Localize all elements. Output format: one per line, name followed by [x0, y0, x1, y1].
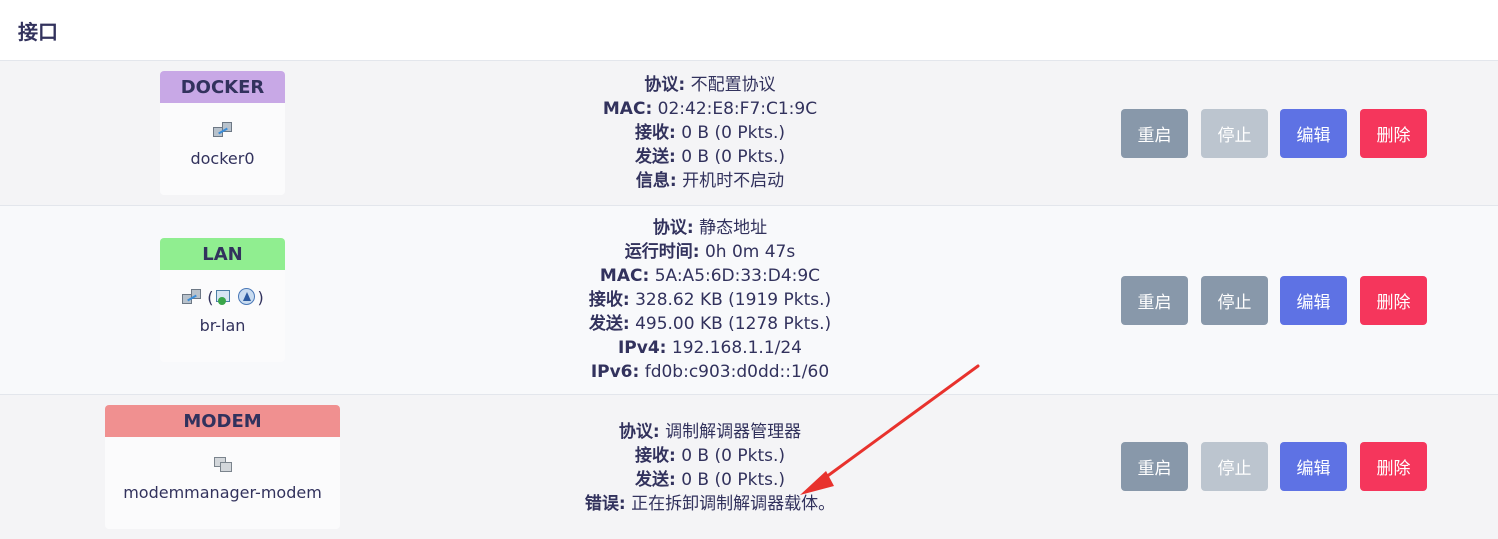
interface-row-lan: LAN ( ) br-lan 协议: 静态地址 运行时间: 0h 0m 47s …: [0, 205, 1498, 394]
network-port-icon: [212, 121, 234, 139]
stop-button[interactable]: 停止: [1201, 442, 1268, 491]
interface-device-name: modemmanager-modem: [123, 483, 322, 502]
interface-card-modem: MODEM modemmanager-modem: [105, 405, 340, 529]
edit-button[interactable]: 编辑: [1280, 442, 1347, 491]
interface-device-name: docker0: [190, 149, 255, 168]
delete-button[interactable]: 删除: [1360, 276, 1427, 325]
delete-button[interactable]: 删除: [1360, 109, 1427, 158]
interface-row-modem: MODEM modemmanager-modem 协议: 调制解调器管理器 接收…: [0, 394, 1498, 539]
stop-button[interactable]: 停止: [1201, 276, 1268, 325]
bridge-port-icon: [214, 288, 236, 306]
interfaces-page: 接口 DOCKER docker0 协议: 不配置协议 MAC: 02:42:E…: [0, 0, 1498, 539]
interface-status-docker: 协议: 不配置协议 MAC: 02:42:E8:F7:C1:9C 接收: 0 B…: [602, 75, 818, 191]
interface-badge-lan: LAN: [160, 238, 285, 270]
interface-card-lan: LAN ( ) br-lan: [160, 238, 285, 362]
interface-status-modem: 协议: 调制解调器管理器 接收: 0 B (0 Pkts.) 发送: 0 B (…: [584, 422, 836, 514]
delete-button[interactable]: 删除: [1360, 442, 1427, 491]
page-title: 接口: [18, 19, 58, 44]
interface-device-name: br-lan: [199, 316, 246, 335]
edit-button[interactable]: 编辑: [1280, 109, 1347, 158]
wireless-icon: [236, 288, 258, 306]
interface-row-docker: DOCKER docker0 协议: 不配置协议 MAC: 02:42:E8:F…: [0, 60, 1498, 205]
interface-status-lan: 协议: 静态地址 运行时间: 0h 0m 47s MAC: 5A:A5:6D:3…: [588, 218, 832, 382]
modem-icon: [212, 455, 234, 473]
network-port-icon: [181, 288, 203, 306]
stop-button[interactable]: 停止: [1201, 109, 1268, 158]
restart-button[interactable]: 重启: [1121, 442, 1188, 491]
edit-button[interactable]: 编辑: [1280, 276, 1347, 325]
restart-button[interactable]: 重启: [1121, 276, 1188, 325]
interface-card-docker: DOCKER docker0: [160, 71, 285, 195]
restart-button[interactable]: 重启: [1121, 109, 1188, 158]
interface-badge-modem: MODEM: [105, 405, 340, 437]
interface-badge-docker: DOCKER: [160, 71, 285, 103]
